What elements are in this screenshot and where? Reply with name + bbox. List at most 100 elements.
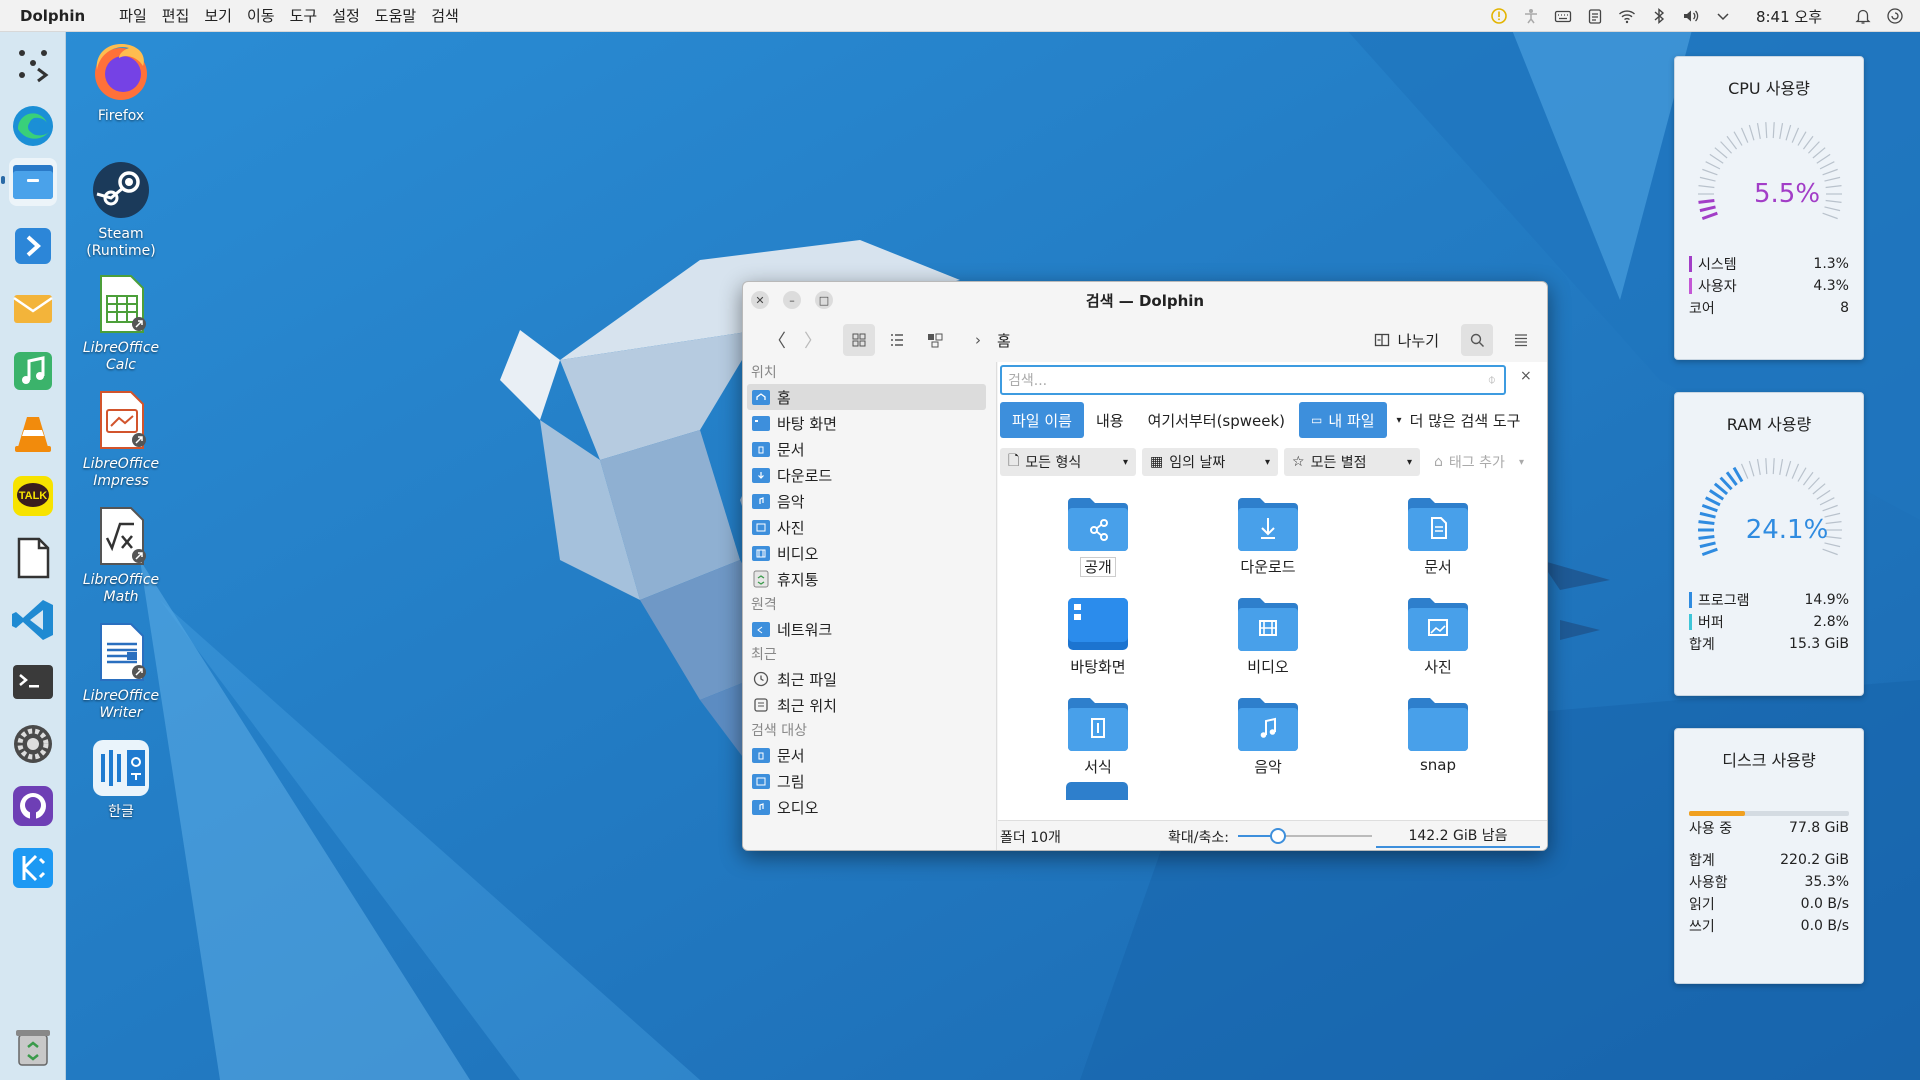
clock[interactable]: 8:41 오후 — [1756, 6, 1822, 27]
close-window-button[interactable]: ✕ — [751, 291, 769, 309]
places-item-trash[interactable]: 휴지통 — [743, 566, 996, 592]
menu-help[interactable]: 도움말 — [375, 5, 416, 26]
folder-music[interactable]: 음악 — [1208, 694, 1328, 777]
icons-view-button[interactable] — [843, 324, 875, 356]
dock-terminal[interactable] — [9, 658, 57, 706]
desktop-icon-libreoffice-writer[interactable]: LibreOffice Writer — [71, 620, 171, 722]
folder-desktop[interactable]: 바탕화면 — [1038, 594, 1158, 677]
forward-button[interactable]: 〉 — [797, 324, 829, 356]
breadcrumb-home[interactable]: 홈 — [997, 330, 1011, 351]
zoom-slider[interactable] — [1238, 828, 1372, 844]
places-item-downloads[interactable]: 다운로드 — [743, 462, 996, 488]
desktop-icon-steam[interactable]: Steam (Runtime) — [71, 158, 171, 260]
folder-partial[interactable] — [1066, 782, 1128, 800]
filter-rating[interactable]: ☆ 모든 별점 ▾ — [1284, 448, 1420, 476]
places-item-pictures[interactable]: 사진 — [743, 514, 996, 540]
places-item-recent-files[interactable]: 최근 파일 — [743, 666, 996, 692]
active-app-name[interactable]: Dolphin — [20, 7, 85, 25]
zoom-slider-handle[interactable] — [1270, 828, 1287, 844]
menu-edit[interactable]: 편집 — [162, 5, 190, 26]
places-item-home[interactable]: 홈 — [747, 384, 986, 410]
places-item-documents[interactable]: 문서 — [743, 436, 996, 462]
menu-view[interactable]: 보기 — [204, 5, 232, 26]
dock-trash[interactable] — [9, 1022, 57, 1070]
places-item-search-images[interactable]: 그림 — [743, 768, 996, 794]
gauge-tick — [1819, 497, 1835, 506]
places-item-videos[interactable]: 비디오 — [743, 540, 996, 566]
dock-kakaotalk[interactable]: TALK — [9, 472, 57, 520]
wifi-icon[interactable] — [1618, 7, 1636, 25]
places-item-desktop[interactable]: 바탕 화면 — [743, 410, 996, 436]
details-view-button[interactable] — [881, 324, 913, 356]
menu-go[interactable]: 이동 — [247, 5, 275, 26]
dock-settings[interactable] — [9, 720, 57, 768]
chip-my-files[interactable]: ▭ 내 파일 — [1299, 402, 1387, 438]
places-item-search-documents[interactable]: 문서 — [743, 742, 996, 768]
folder-snap[interactable]: snap — [1378, 694, 1498, 774]
search-toggle-button[interactable] — [1461, 324, 1493, 356]
places-item-music[interactable]: 음악 — [743, 488, 996, 514]
filter-date[interactable]: ▦ 임의 날짜 ▾ — [1142, 448, 1278, 476]
clipboard-icon[interactable] — [1586, 7, 1604, 25]
folder-videos[interactable]: 비디오 — [1208, 594, 1328, 677]
chip-from-here[interactable]: 여기서부터(spweek) — [1136, 402, 1297, 438]
power-icon[interactable] — [1886, 7, 1904, 25]
disk-usage-widget[interactable]: 디스크 사용량 사용 중 77.8 GiB 합계 220.2 GiB 사용함 35.3… — [1674, 728, 1864, 984]
places-item-network[interactable]: 네트워크 — [743, 616, 996, 642]
dock-app-grid[interactable] — [9, 40, 57, 88]
keyboard-icon[interactable] — [1554, 7, 1572, 25]
folder-documents[interactable]: 문서 — [1378, 494, 1498, 577]
dock-remote[interactable] — [9, 222, 57, 270]
search-input[interactable]: 검색... ⌽ — [1000, 365, 1506, 395]
dock-edge[interactable] — [9, 102, 57, 150]
menu-tools[interactable]: 도구 — [290, 5, 318, 26]
microphone-icon[interactable]: ⌽ — [1488, 372, 1496, 388]
filter-tags[interactable]: ⌂ 태그 추가 ▾ — [1426, 448, 1532, 476]
minimize-window-button[interactable]: – — [783, 291, 801, 309]
desktop-icon-hangul[interactable]: 한글 — [71, 736, 171, 821]
hamburger-menu-button[interactable] — [1505, 324, 1537, 356]
volume-icon[interactable] — [1682, 7, 1700, 25]
warning-icon[interactable] — [1490, 7, 1508, 25]
back-button[interactable]: 〈 — [761, 324, 793, 356]
desktop-icon-firefox[interactable]: Firefox — [71, 40, 171, 125]
dock-kde[interactable] — [9, 844, 57, 892]
desktop-icon-libreoffice-calc[interactable]: LibreOffice Calc — [71, 272, 171, 374]
folder-public[interactable]: 공개 — [1038, 494, 1158, 577]
chevron-down-icon[interactable] — [1714, 7, 1732, 25]
desktop-icon-libreoffice-math[interactable]: LibreOffice Math — [71, 504, 171, 606]
compact-view-button[interactable] — [919, 324, 951, 356]
dock-vscode[interactable] — [9, 596, 57, 644]
menu-settings[interactable]: 설정 — [332, 5, 360, 26]
folder-pictures[interactable]: 사진 — [1378, 594, 1498, 677]
chip-content[interactable]: 내용 — [1084, 402, 1136, 438]
chip-filename[interactable]: 파일 이름 — [1000, 402, 1084, 438]
dock-files[interactable] — [9, 158, 57, 206]
free-space-indicator[interactable]: 142.2 GiB 남음 — [1376, 824, 1540, 848]
places-item-label: 네트워크 — [777, 620, 833, 639]
dock-vlc[interactable] — [9, 410, 57, 458]
maximize-window-button[interactable]: □ — [815, 291, 833, 309]
places-item-search-audio[interactable]: 오디오 — [743, 794, 996, 820]
ram-usage-widget[interactable]: RAM 사용량 24.1% 프로그램 14.9% 버퍼 2.8% 합계 15.3 Gi… — [1674, 392, 1864, 696]
desktop-icon-libreoffice-impress[interactable]: LibreOffice Impress — [71, 388, 171, 490]
search-close-button[interactable]: × — [1520, 368, 1532, 384]
folder-downloads[interactable]: 다운로드 — [1208, 494, 1328, 577]
menu-search[interactable]: 검색 — [431, 5, 459, 26]
window-titlebar[interactable]: ✕ – □ 검색 — Dolphin — [743, 282, 1547, 318]
cpu-usage-widget[interactable]: CPU 사용량 5.5% 시스템 1.3% 사용자 4.3% 코어 8 — [1674, 56, 1864, 360]
dolphin-window[interactable]: ✕ – □ 검색 — Dolphin 〈 〉 › 홈 나누기 위치 홈 바탕 화… — [742, 281, 1548, 851]
menu-file[interactable]: 파일 — [119, 5, 147, 26]
bluetooth-icon[interactable] — [1650, 7, 1668, 25]
notifications-icon[interactable] — [1854, 7, 1872, 25]
accessibility-icon[interactable] — [1522, 7, 1540, 25]
more-search-tools-button[interactable]: ▾ 더 많은 검색 도구 — [1387, 402, 1533, 438]
folder-templates[interactable]: 서식 — [1038, 694, 1158, 777]
dock-github[interactable] — [9, 782, 57, 830]
split-view-button[interactable]: 나누기 — [1374, 330, 1439, 351]
dock-mail[interactable] — [9, 285, 57, 333]
dock-music[interactable] — [9, 347, 57, 395]
places-item-recent-locations[interactable]: 최근 위치 — [743, 692, 996, 718]
dock-document[interactable] — [9, 534, 57, 582]
filter-type[interactable]: 🗋 모든 형식 ▾ — [1000, 448, 1136, 476]
